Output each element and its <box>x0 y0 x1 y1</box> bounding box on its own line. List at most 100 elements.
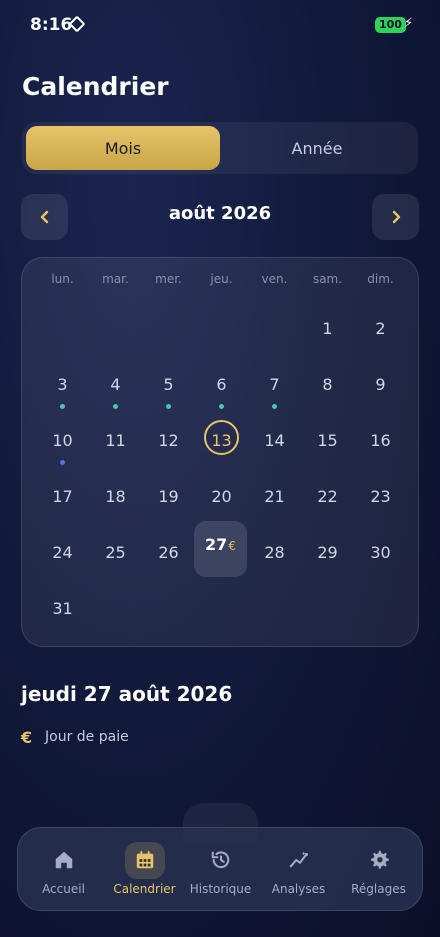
day-number: 29 <box>317 543 338 562</box>
day-number: 27 <box>205 535 228 554</box>
calendar-day[interactable]: 11 <box>89 420 142 476</box>
calendar-day[interactable]: 24 <box>36 532 89 588</box>
weekday-label: sam. <box>312 272 343 286</box>
calendar-day-selected[interactable]: 27€ <box>194 521 247 577</box>
event-label: Jour de paie <box>45 729 129 745</box>
calendar-day[interactable]: 12 <box>142 420 195 476</box>
calendar-day[interactable]: 22 <box>301 476 354 532</box>
weekday-label: jeu. <box>210 272 233 286</box>
day-number: 11 <box>105 431 126 450</box>
tab-history[interactable]: Historique <box>180 828 261 912</box>
day-number: 5 <box>163 375 174 394</box>
analytics-icon <box>289 851 308 868</box>
calendar-day[interactable]: 1 <box>301 308 354 364</box>
event-dot <box>272 404 277 409</box>
day-number: 31 <box>52 599 73 618</box>
day-number: 7 <box>269 375 280 394</box>
tab-label: Calendrier <box>113 882 176 896</box>
event-dot <box>60 460 65 465</box>
event-dot <box>166 404 171 409</box>
day-number: 17 <box>52 487 73 506</box>
calendar-day[interactable]: 14 <box>248 420 301 476</box>
calendar-day[interactable]: 6 <box>195 364 248 420</box>
gear-icon <box>370 850 389 869</box>
battery-indicator: 100 <box>375 17 406 33</box>
tab-month[interactable]: Mois <box>26 126 220 170</box>
calendar-day[interactable]: 9 <box>354 364 407 420</box>
calendar-icon <box>136 850 153 869</box>
calendar-day[interactable]: 15 <box>301 420 354 476</box>
calendar-day[interactable]: 2 <box>354 308 407 364</box>
tab-label: Historique <box>189 882 252 896</box>
month-title: août 2026 <box>168 203 272 224</box>
home-icon <box>55 851 72 869</box>
view-toggle: Mois Année <box>22 122 418 174</box>
calendar-day[interactable]: 26 <box>142 532 195 588</box>
day-number: 4 <box>110 375 121 394</box>
tab-calendar[interactable]: Calendrier <box>104 828 185 912</box>
status-bar: 8:16 100 ⚡ <box>0 0 440 52</box>
calendar-day[interactable]: 5 <box>142 364 195 420</box>
calendar-day[interactable]: 4 <box>89 364 142 420</box>
chevron-right-icon <box>392 210 400 224</box>
day-number: 19 <box>158 487 179 506</box>
bolt-icon: ⚡ <box>404 16 414 31</box>
calendar-day[interactable]: 29 <box>301 532 354 588</box>
bottom-tab-bar: Accueil Calendrier Historique Analyses R… <box>17 827 423 911</box>
next-month-button[interactable] <box>372 194 419 240</box>
day-number: 16 <box>370 431 391 450</box>
tab-home[interactable]: Accueil <box>23 828 104 912</box>
day-number: 3 <box>57 375 68 394</box>
tab-label: Réglages <box>351 882 406 896</box>
calendar-day[interactable]: 19 <box>142 476 195 532</box>
tab-label: Accueil <box>42 882 85 896</box>
day-number: 1 <box>322 319 333 338</box>
day-number: 24 <box>52 543 73 562</box>
calendar-day[interactable]: 31 <box>36 588 89 644</box>
day-number: 2 <box>375 319 386 338</box>
day-number: 18 <box>105 487 126 506</box>
weekday-label: ven. <box>261 272 288 286</box>
calendar-day[interactable]: 18 <box>89 476 142 532</box>
calendar-day[interactable]: 30 <box>354 532 407 588</box>
day-number: 10 <box>52 431 73 450</box>
tab-label: Analyses <box>271 882 326 896</box>
calendar-day[interactable]: 8 <box>301 364 354 420</box>
status-time: 8:16 <box>30 15 73 35</box>
previous-month-button[interactable] <box>21 194 68 240</box>
event-dot <box>60 404 65 409</box>
calendar-day[interactable]: 3 <box>36 364 89 420</box>
today-ring <box>204 420 239 455</box>
history-icon <box>211 851 229 869</box>
day-number: 26 <box>158 543 179 562</box>
selected-date-title: jeudi 27 août 2026 <box>21 682 233 706</box>
payday-marker: € <box>228 539 236 553</box>
calendar-day[interactable]: 21 <box>248 476 301 532</box>
day-number: 22 <box>317 487 338 506</box>
day-number: 30 <box>370 543 391 562</box>
day-number: 15 <box>317 431 338 450</box>
event-dot <box>219 404 224 409</box>
chevron-left-icon <box>40 210 48 224</box>
calendar-day[interactable]: 16 <box>354 420 407 476</box>
calendar-day[interactable]: 10 <box>36 420 89 476</box>
calendar-day[interactable]: 7 <box>248 364 301 420</box>
calendar-day[interactable]: 25 <box>89 532 142 588</box>
calendar-day[interactable]: 17 <box>36 476 89 532</box>
calendar-day-today[interactable]: 13 <box>195 420 248 476</box>
day-number: 28 <box>264 543 285 562</box>
calendar-day[interactable]: 28 <box>248 532 301 588</box>
calendar-day[interactable]: 23 <box>354 476 407 532</box>
day-number: 23 <box>370 487 391 506</box>
weekday-label: dim. <box>367 272 394 286</box>
day-number: 8 <box>322 375 333 394</box>
event-dot <box>113 404 118 409</box>
page-title: Calendrier <box>22 72 169 101</box>
tab-analytics[interactable]: Analyses <box>258 828 339 912</box>
day-number: 20 <box>211 487 232 506</box>
day-number: 25 <box>105 543 126 562</box>
tab-year[interactable]: Année <box>220 126 414 170</box>
day-number: 9 <box>375 375 386 394</box>
tab-settings[interactable]: Réglages <box>338 828 419 912</box>
day-number: 12 <box>158 431 179 450</box>
